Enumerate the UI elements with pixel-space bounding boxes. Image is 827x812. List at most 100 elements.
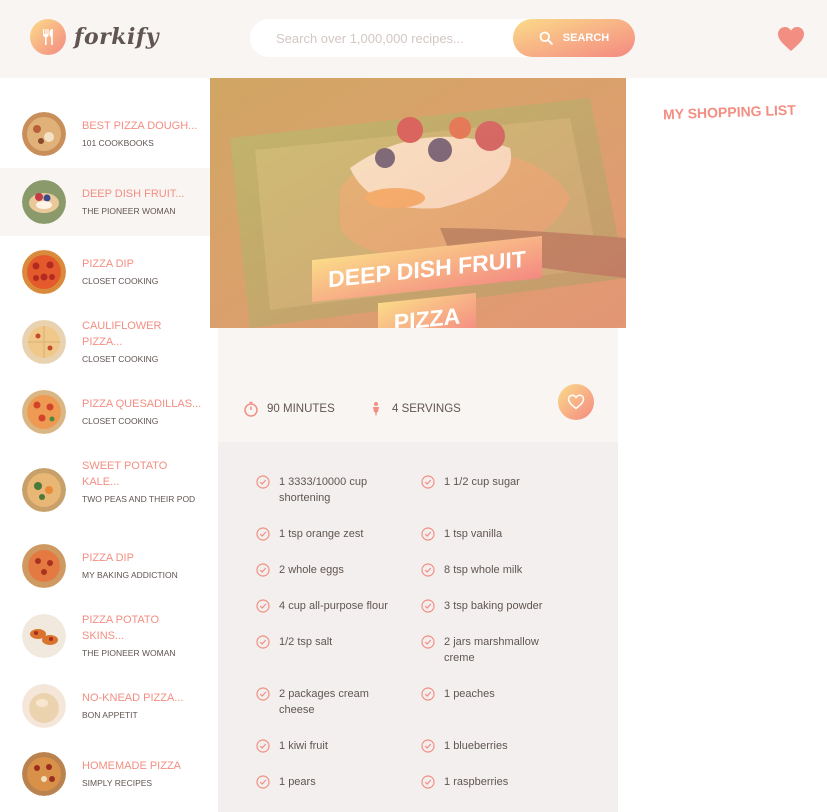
- likes-heart-icon[interactable]: [777, 26, 805, 52]
- result-publisher: 101 COOKBOOKS: [82, 138, 154, 148]
- ingredient-list: 1 3333/10000 cup shortening 1 1/2 cup sug…: [218, 442, 618, 812]
- ingredient-description: tsp baking powder: [453, 600, 543, 612]
- ingredient-item: 1/2 tsp salt: [256, 634, 406, 650]
- ingredient-description: raspberries: [453, 776, 509, 788]
- check-circle-icon: [256, 563, 270, 577]
- result-publisher: TWO PEAS AND THEIR POD: [82, 494, 196, 504]
- result-title: PIZZA DIP: [82, 258, 134, 270]
- results-list: BEST PIZZA DOUGH... 101 COOKBOOKS DEEP D…: [0, 100, 210, 812]
- result-title: HOMEMADE PIZZA: [82, 760, 182, 772]
- check-circle-icon: [421, 475, 435, 489]
- check-circle-icon: [421, 687, 435, 701]
- ingredient-description: blueberries: [453, 740, 508, 752]
- check-circle-icon: [256, 775, 270, 789]
- list-item[interactable]: BEST PIZZA DOUGH... 101 COOKBOOKS: [0, 100, 210, 168]
- ingredient-quantity: 4: [279, 600, 286, 612]
- list-item[interactable]: PIZZA POTATO SKINS... THE PIONEER WOMAN: [0, 598, 210, 676]
- check-circle-icon: [421, 599, 435, 613]
- app-name: forkify: [74, 24, 160, 50]
- header: forkify SEARCH: [0, 0, 827, 78]
- list-item[interactable]: HOMEMADE PIZZA SIMPLY RECIPES: [0, 738, 210, 812]
- list-item[interactable]: SWEET POTATO KALE... TWO PEAS AND THEIR …: [0, 444, 210, 540]
- ingredient-item: 2 jars marshmallow creme: [421, 634, 571, 666]
- check-circle-icon: [421, 563, 435, 577]
- result-publisher: CLOSET COOKING: [82, 354, 159, 364]
- check-circle-icon: [256, 475, 270, 489]
- ingredient-description: tsp vanilla: [453, 528, 503, 540]
- recipe-thumbnail: [22, 250, 66, 294]
- result-publisher: CLOSET COOKING: [82, 416, 159, 426]
- recipe-servings-text: 4 SERVINGS: [392, 403, 461, 415]
- recipe-servings: 4 SERVINGS: [368, 401, 461, 417]
- recipe-thumbnail: [22, 684, 66, 728]
- fork-knife-icon: [30, 19, 66, 55]
- ingredient-description: cup all-purpose flour: [288, 600, 388, 612]
- ingredient-description: kiwi fruit: [288, 740, 328, 752]
- ingredient-quantity: 1: [444, 528, 451, 540]
- ingredient-item: 1 blueberries: [421, 738, 571, 754]
- ingredient-item: 2 packages cream cheese: [256, 686, 406, 718]
- recipe-thumbnail: [22, 752, 66, 796]
- ingredient-item: 2 whole eggs: [256, 562, 406, 578]
- bookmark-button[interactable]: [558, 384, 594, 420]
- heart-outline-icon: [567, 394, 585, 410]
- ingredient-description: tsp orange zest: [288, 528, 364, 540]
- ingredient-item: 1 pears: [256, 774, 406, 790]
- ingredient-item: 3 tsp baking powder: [421, 598, 571, 614]
- result-title: PIZZA DIP: [82, 552, 134, 564]
- ingredient-description: whole eggs: [288, 564, 344, 576]
- list-item[interactable]: PIZZA DIP CLOSET COOKING: [0, 236, 210, 304]
- recipe-thumbnail: [22, 112, 66, 156]
- result-publisher: SIMPLY RECIPES: [82, 778, 153, 788]
- ingredient-description: tsp whole milk: [453, 564, 523, 576]
- ingredient-quantity: 1: [279, 776, 286, 788]
- check-circle-icon: [421, 775, 435, 789]
- search-input[interactable]: [274, 29, 513, 47]
- ingredient-description: tsp salt: [297, 636, 333, 648]
- recipe-thumbnail: [22, 320, 66, 364]
- ingredient-item: 1 raspberries: [421, 774, 571, 790]
- result-publisher: THE PIONEER WOMAN: [82, 648, 176, 658]
- recipe-thumbnail: [22, 614, 66, 658]
- check-circle-icon: [421, 739, 435, 753]
- result-publisher: MY BAKING ADDICTION: [82, 570, 178, 580]
- list-item[interactable]: CAULIFLOWER PIZZA... CLOSET COOKING: [0, 304, 210, 382]
- person-icon: [373, 402, 379, 417]
- search-icon: [539, 31, 553, 45]
- ingredient-item: 1 3333/10000 cup shortening: [256, 474, 406, 506]
- recipe-thumbnail: [22, 544, 66, 588]
- stopwatch-icon: [244, 401, 258, 417]
- search-button-label: SEARCH: [562, 32, 610, 44]
- logo[interactable]: forkify: [30, 19, 159, 55]
- check-circle-icon: [421, 527, 435, 541]
- recipe-time-text: 90 MINUTES: [267, 403, 335, 415]
- shopping-list-title: MY SHOPPING LIST: [662, 101, 797, 123]
- check-circle-icon: [256, 739, 270, 753]
- ingredient-description: pears: [288, 776, 316, 788]
- ingredient-item: 1 tsp vanilla: [421, 526, 571, 542]
- recipe-thumbnail: [22, 390, 66, 434]
- result-title: NO-KNEAD PIZZA...: [82, 692, 184, 704]
- ingredient-quantity: 1 3333/10000: [279, 476, 347, 488]
- list-item[interactable]: PIZZA DIP MY BAKING ADDICTION: [0, 540, 210, 598]
- check-circle-icon: [256, 635, 270, 649]
- ingredient-quantity: 1: [279, 740, 286, 752]
- check-circle-icon: [256, 599, 270, 613]
- ingredient-quantity: 1: [444, 688, 451, 700]
- ingredient-description: peaches: [453, 688, 495, 700]
- ingredient-quantity: 8: [444, 564, 451, 576]
- ingredient-quantity: 2: [444, 636, 451, 648]
- recipe-details: 90 MINUTES 4 SERVINGS: [218, 328, 618, 442]
- list-item[interactable]: DEEP DISH FRUIT... THE PIONEER WOMAN: [0, 168, 210, 236]
- ingredient-quantity: 1: [444, 740, 451, 752]
- search-button[interactable]: SEARCH: [513, 19, 635, 57]
- result-title: PIZZA QUESADILLAS...: [82, 398, 202, 410]
- recipe-thumbnail: [22, 468, 66, 512]
- ingredient-description: cup sugar: [471, 476, 520, 488]
- list-item[interactable]: PIZZA QUESADILLAS... CLOSET COOKING: [0, 382, 210, 444]
- result-publisher: THE PIONEER WOMAN: [82, 206, 176, 216]
- ingredient-description: jars marshmallow creme: [444, 636, 539, 664]
- ingredient-item: 1 1/2 cup sugar: [421, 474, 571, 490]
- list-item[interactable]: NO-KNEAD PIZZA... BON APPETIT: [0, 676, 210, 738]
- ingredient-item: 1 tsp orange zest: [256, 526, 406, 542]
